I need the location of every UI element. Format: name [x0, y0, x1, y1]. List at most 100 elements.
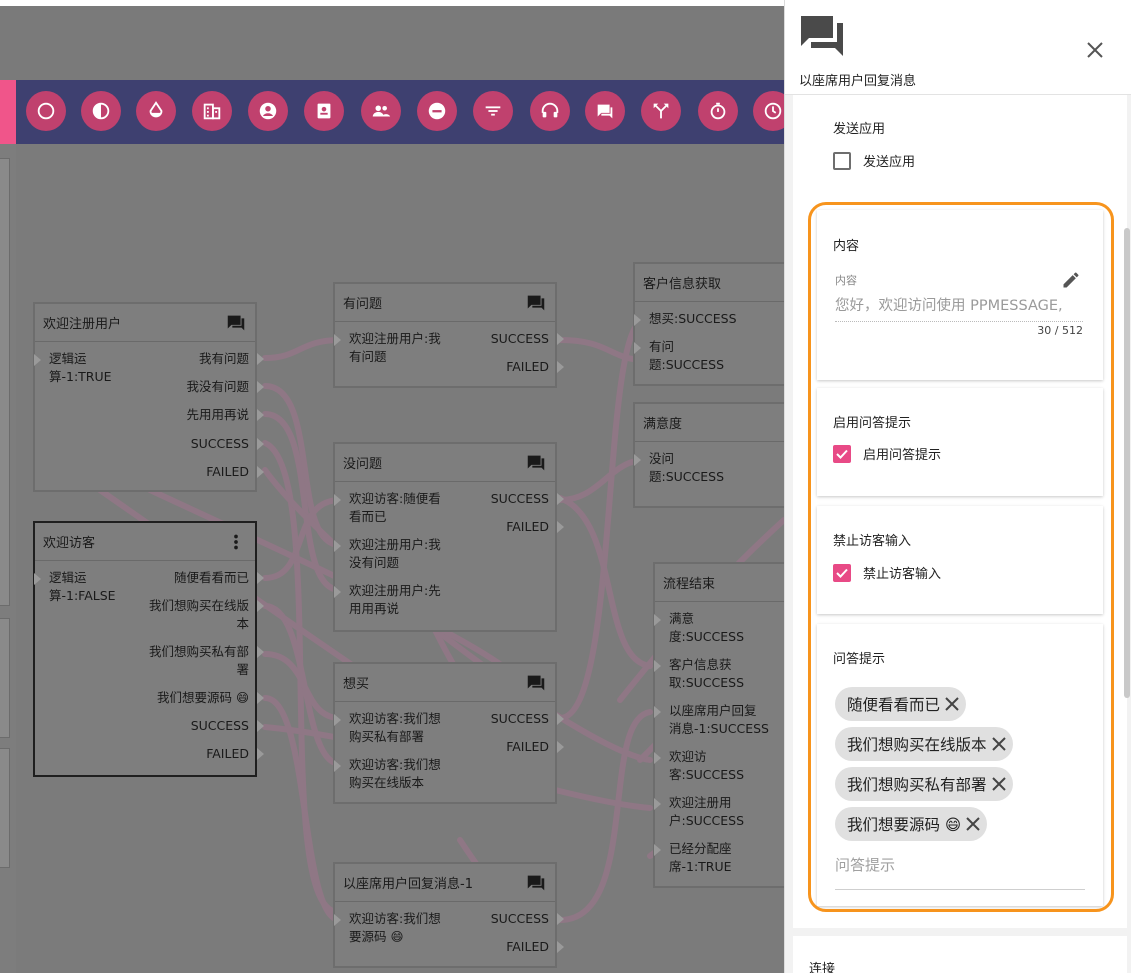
input-port[interactable]: [654, 614, 661, 626]
node-welcome-registered[interactable]: 欢迎注册用户 逻辑运 算-1:TRUE 我有问题 我没有问题 先用用再说 SUC…: [33, 302, 264, 492]
output-port[interactable]: [257, 748, 264, 760]
node-flow-end[interactable]: 流程结束 满意 度:SUCCESS 客户信息获 取:SUCCESS 以座席用户回…: [653, 562, 784, 888]
output-port[interactable]: [257, 466, 264, 478]
input-port[interactable]: [334, 540, 341, 552]
node-title: 满意度: [643, 417, 683, 432]
node-input-label: 客户信息获 取:SUCCESS: [669, 657, 745, 690]
chat-icon: [527, 295, 545, 310]
output-port[interactable]: [557, 333, 564, 345]
node-input-label: 欢迎注册用 户:SUCCESS: [669, 795, 745, 828]
node-want-buy[interactable]: 想买 欢迎访客:我们想 购买私有部署 欢迎访客:我们想 购买在线版本 SUCCE…: [333, 662, 564, 804]
node-output-label: SUCCESS: [190, 718, 249, 733]
node-welcome-visitor[interactable]: 欢迎访客 逻辑运 算-1:FALSE 随便看看而已 我们想购买在线版 本 我们想…: [33, 521, 264, 777]
output-port[interactable]: [257, 720, 264, 732]
node-header: 欢迎访客: [35, 523, 255, 561]
output-port[interactable]: [257, 600, 264, 612]
node-title: 有问题: [343, 297, 383, 312]
node-input-label: 以座席用户回复 消息-1:SUCCESS: [669, 703, 769, 736]
output-port[interactable]: [257, 572, 264, 584]
node-header: 没问题: [335, 444, 555, 482]
node-output-label: SUCCESS: [490, 331, 549, 346]
input-port[interactable]: [654, 706, 661, 718]
node-output-label: 先用用再说: [186, 407, 249, 422]
node-input-label: 欢迎访客:我们想 购买在线版本: [349, 757, 441, 790]
output-port[interactable]: [557, 361, 564, 373]
input-port[interactable]: [334, 494, 341, 506]
node-header: 想买: [335, 664, 555, 702]
node-input-label: 满意 度:SUCCESS: [669, 611, 745, 644]
node-output-label: SUCCESS: [190, 436, 249, 451]
node-output-label: FAILED: [506, 939, 549, 954]
node-input-label: 有问 题:SUCCESS: [649, 339, 725, 372]
node-output-label: 我没有问题: [186, 379, 249, 394]
input-port[interactable]: [654, 798, 661, 810]
node-output-label: FAILED: [506, 359, 549, 374]
input-port[interactable]: [34, 354, 41, 366]
output-port[interactable]: [557, 913, 564, 925]
input-port[interactable]: [654, 660, 661, 672]
output-port[interactable]: [557, 941, 564, 953]
node-input-label: 欢迎注册用户:我 没有问题: [349, 537, 441, 570]
node-input-label: 欢迎访客:我们想 要源码 😄: [349, 911, 441, 944]
node-output-label: FAILED: [506, 519, 549, 534]
section-title: 连接: [809, 962, 836, 973]
output-port[interactable]: [257, 646, 264, 658]
card-title: 发送应用: [833, 122, 886, 137]
input-port[interactable]: [654, 844, 661, 856]
send-app-checkbox-row[interactable]: 发送应用: [833, 151, 915, 170]
send-app-card: 发送应用 发送应用: [817, 95, 1103, 201]
output-port[interactable]: [257, 381, 264, 393]
input-port[interactable]: [334, 914, 341, 926]
node-output-label: 我有问题: [198, 351, 249, 366]
panel-scrollbar[interactable]: [1124, 228, 1130, 698]
more-vert-icon[interactable]: [225, 531, 247, 553]
node-header: 满意度: [635, 404, 784, 442]
input-port[interactable]: [334, 714, 341, 726]
node-title: 流程结束: [663, 577, 716, 592]
node-output-label: FAILED: [206, 746, 249, 761]
input-port[interactable]: [634, 342, 641, 354]
input-port[interactable]: [654, 752, 661, 764]
node-input-label: 已经分配座 席-1:TRUE: [669, 841, 732, 874]
node-output-label: FAILED: [506, 739, 549, 754]
input-port[interactable]: [334, 334, 341, 346]
node-no-problem[interactable]: 没问题 欢迎访客:随便看 看而已 欢迎注册用户:我 没有问题 欢迎注册用户:先 …: [333, 442, 564, 632]
node-satisfaction[interactable]: 满意度 没问 题:SUCCESS: [633, 402, 784, 508]
node-output-label: 我们想要源码 😄: [156, 690, 249, 705]
input-port[interactable]: [34, 573, 41, 585]
node-header: 欢迎注册用户: [35, 304, 255, 342]
node-has-problem[interactable]: 有问题 欢迎注册用户:我 有问题 SUCCESS FAILED: [333, 282, 564, 388]
output-port[interactable]: [557, 741, 564, 753]
connection-section: 连接: [793, 936, 1127, 973]
node-output-label: SUCCESS: [490, 711, 549, 726]
output-port[interactable]: [257, 353, 264, 365]
node-title: 想买: [343, 677, 370, 692]
node-output-label: SUCCESS: [490, 491, 549, 506]
node-title: 没问题: [343, 457, 383, 472]
node-output-label: 我们想购买在线版 本: [148, 598, 249, 631]
input-port[interactable]: [334, 760, 341, 772]
input-port[interactable]: [634, 454, 641, 466]
node-agent-reply-1[interactable]: 以座席用户回复消息-1 欢迎访客:我们想 要源码 😄 SUCCESS FAILE…: [333, 862, 564, 968]
node-title: 欢迎访客: [43, 536, 96, 551]
input-port[interactable]: [634, 314, 641, 326]
node-header: 流程结束: [655, 564, 784, 602]
output-port[interactable]: [257, 409, 264, 421]
input-port[interactable]: [334, 586, 341, 598]
output-port[interactable]: [257, 438, 264, 450]
output-port[interactable]: [257, 692, 264, 704]
flow-canvas[interactable]: 欢迎注册用户 逻辑运 算-1:TRUE 我有问题 我没有问题 先用用再说 SUC…: [0, 0, 784, 973]
node-output-label: SUCCESS: [490, 911, 549, 926]
close-button[interactable]: [1081, 36, 1109, 64]
output-port[interactable]: [557, 493, 564, 505]
chat-icon: [527, 455, 545, 470]
chat-icon: [801, 16, 843, 56]
output-port[interactable]: [557, 521, 564, 533]
send-app-checkbox[interactable]: [833, 151, 851, 170]
node-output-label: FAILED: [206, 464, 249, 479]
node-input-label: 想买:SUCCESS: [649, 311, 737, 326]
output-port[interactable]: [557, 713, 564, 725]
node-input-label: 欢迎注册用户:我 有问题: [349, 331, 441, 364]
node-customer-info[interactable]: 客户信息获取 想买:SUCCESS 有问 题:SUCCESS: [633, 262, 784, 386]
panel-header: 以座席用户回复消息: [785, 0, 1131, 95]
